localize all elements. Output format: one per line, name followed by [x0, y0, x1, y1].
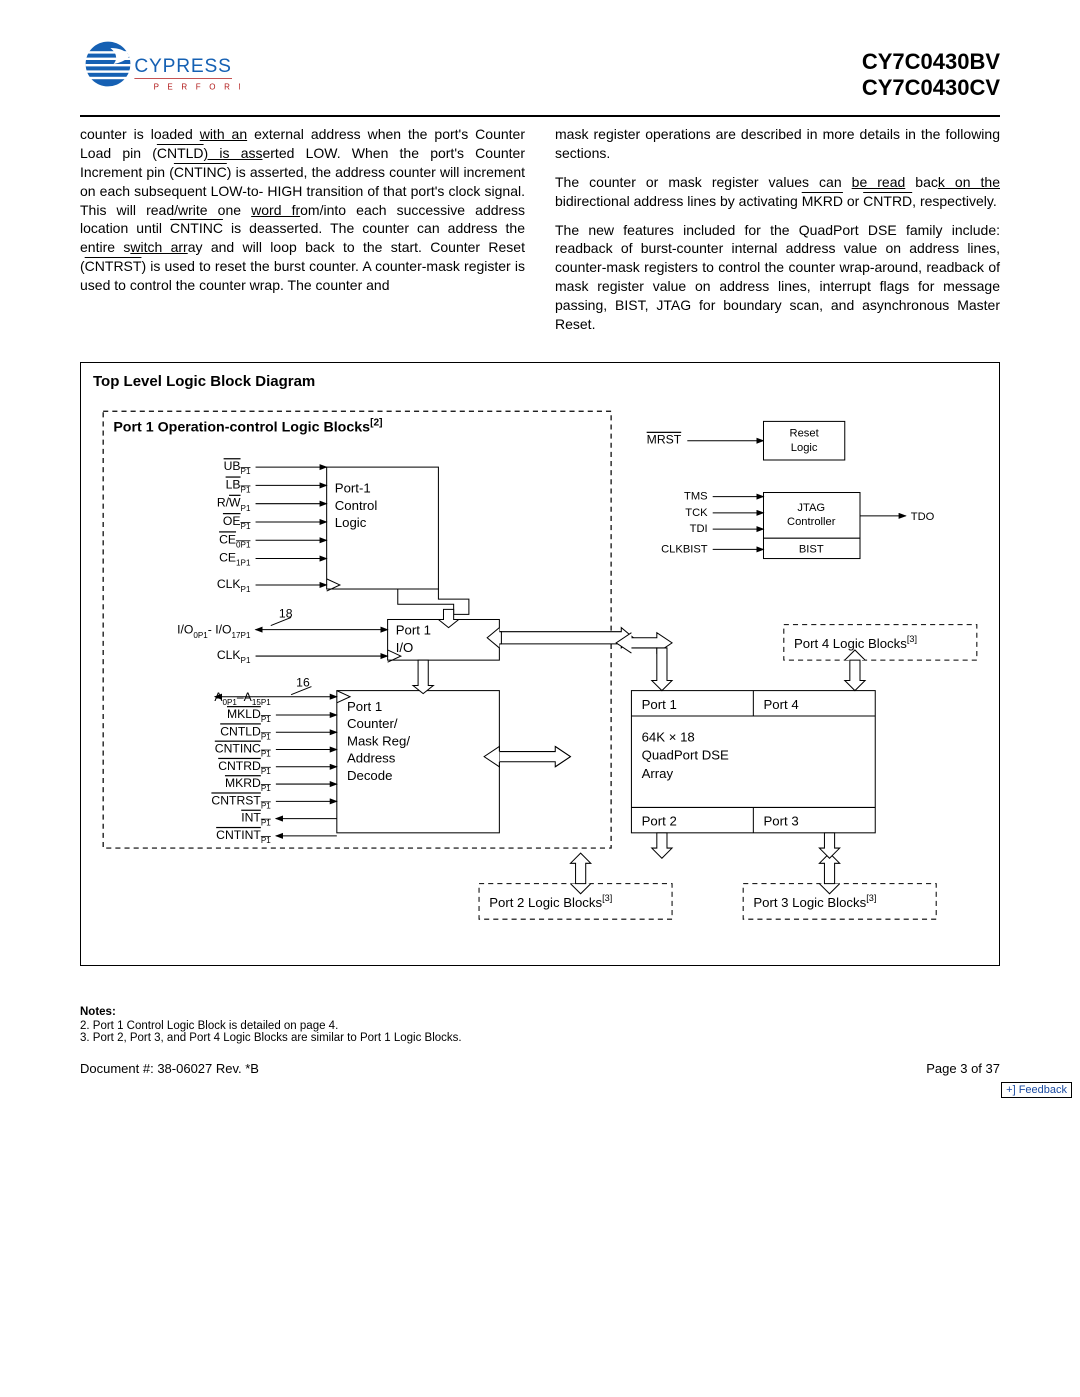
svg-text:CLKBIST: CLKBIST — [661, 543, 708, 555]
svg-text:LBP1: LBP1 — [226, 477, 251, 494]
svg-text:Port 1: Port 1 — [347, 699, 382, 714]
right-paragraph-2: The counter or mask register values can … — [555, 173, 1000, 211]
block-diagram-frame: Top Level Logic Block Diagram Port 1 Ope… — [80, 362, 1000, 967]
svg-text:CNTRSTP1: CNTRSTP1 — [211, 793, 271, 810]
header: CYPRESS P E R F O R M CY7C0430BV CY7C043… — [80, 40, 1000, 109]
svg-text:Decode: Decode — [347, 768, 392, 783]
note-3: 3. Port 2, Port 3, and Port 4 Logic Bloc… — [80, 1032, 1000, 1044]
svg-text:CLKP1: CLKP1 — [217, 648, 251, 665]
left-paragraph: counter is loaded with an external addre… — [80, 125, 525, 295]
svg-text:CNTLDP1: CNTLDP1 — [220, 724, 271, 741]
svg-text:CYPRESS: CYPRESS — [134, 56, 231, 77]
svg-text:Logic: Logic — [791, 442, 818, 454]
svg-text:CNTINCP1: CNTINCP1 — [215, 741, 271, 758]
svg-text:INTP1: INTP1 — [241, 811, 271, 828]
svg-text:Port 1 Operation-control Logic: Port 1 Operation-control Logic Blocks[2] — [113, 417, 382, 435]
svg-text:Counter/: Counter/ — [347, 716, 398, 731]
svg-text:Port 3: Port 3 — [763, 814, 798, 829]
svg-text:MRST: MRST — [647, 433, 682, 447]
note-2: 2. Port 1 Control Logic Block is detaile… — [80, 1020, 1000, 1032]
part-numbers: CY7C0430BV CY7C0430CV — [862, 49, 1000, 100]
svg-text:Address: Address — [347, 751, 396, 766]
svg-text:Port 1: Port 1 — [642, 697, 677, 712]
footer: Document #: 38-06027 Rev. *B Page 3 of 3… — [80, 1061, 1000, 1076]
svg-text:CNTRDP1: CNTRDP1 — [218, 759, 271, 776]
svg-text:UBP1: UBP1 — [224, 459, 251, 476]
right-column: mask register operations are described i… — [555, 125, 1000, 344]
svg-text:Port 4: Port 4 — [763, 697, 798, 712]
part-number-2: CY7C0430CV — [862, 75, 1000, 100]
svg-text:P E R F O R M: P E R F O R M — [154, 83, 240, 92]
block-diagram: Port 1 Operation-control Logic Blocks[2]… — [93, 396, 987, 950]
svg-text:Reset: Reset — [790, 428, 820, 440]
header-rule — [80, 115, 1000, 117]
svg-text:R/WP1: R/WP1 — [217, 496, 251, 513]
feedback-label: +] Feedback — [1006, 1084, 1067, 1096]
svg-text:Port 2 Logic Blocks[3]: Port 2 Logic Blocks[3] — [489, 893, 612, 910]
svg-text:QuadPort DSE: QuadPort DSE — [642, 748, 729, 763]
svg-text:Logic: Logic — [335, 515, 367, 530]
svg-text:JTAG: JTAG — [797, 502, 825, 514]
svg-text:Port 2: Port 2 — [642, 814, 677, 829]
body-text: counter is loaded with an external addre… — [80, 125, 1000, 344]
page-number: Page 3 of 37 — [926, 1061, 1000, 1076]
document-number: Document #: 38-06027 Rev. *B — [80, 1061, 259, 1076]
right-paragraph-3: The new features included for the QuadPo… — [555, 221, 1000, 334]
svg-text:64K × 18: 64K × 18 — [642, 729, 695, 744]
part-number-1: CY7C0430BV — [862, 49, 1000, 74]
svg-text:TMS: TMS — [684, 491, 708, 503]
notes-section: Notes: 2. Port 1 Control Logic Block is … — [80, 1006, 1000, 1044]
svg-text:CE0P1: CE0P1 — [219, 532, 251, 549]
left-column: counter is loaded with an external addre… — [80, 125, 525, 344]
svg-text:CNTINTP1: CNTINTP1 — [216, 828, 271, 845]
right-paragraph-1: mask register operations are described i… — [555, 125, 1000, 163]
svg-text:Array: Array — [642, 766, 674, 781]
svg-text:Controller: Controller — [787, 516, 836, 528]
svg-text:Port-1: Port-1 — [335, 480, 371, 495]
feedback-button[interactable]: +] Feedback — [1001, 1082, 1072, 1098]
svg-text:TDI: TDI — [690, 523, 708, 535]
svg-text:MKLDP1: MKLDP1 — [227, 707, 271, 724]
svg-text:Port 3 Logic Blocks[3]: Port 3 Logic Blocks[3] — [753, 893, 876, 910]
svg-text:CLKP1: CLKP1 — [217, 577, 251, 594]
svg-text:Mask Reg/: Mask Reg/ — [347, 733, 410, 748]
cypress-logo: CYPRESS P E R F O R M — [80, 40, 240, 109]
svg-text:A0P1–A15P1: A0P1–A15P1 — [214, 690, 271, 707]
notes-heading: Notes: — [80, 1006, 1000, 1018]
svg-text:18: 18 — [279, 606, 293, 620]
svg-text:Control: Control — [335, 498, 378, 513]
diagram-title: Top Level Logic Block Diagram — [93, 373, 987, 390]
svg-text:Port 1: Port 1 — [396, 623, 431, 638]
svg-text:OEP1: OEP1 — [223, 514, 251, 531]
svg-text:TCK: TCK — [685, 507, 708, 519]
svg-text:TDO: TDO — [911, 511, 935, 523]
svg-text:MKRDP1: MKRDP1 — [225, 776, 271, 793]
svg-text:BIST: BIST — [799, 543, 824, 555]
svg-text:I/O: I/O — [396, 640, 414, 655]
svg-text:I/O0P1- I/O17P1: I/O0P1- I/O17P1 — [177, 623, 251, 640]
svg-text:CE1P1: CE1P1 — [219, 550, 251, 567]
svg-text:Port 4 Logic Blocks[3]: Port 4 Logic Blocks[3] — [794, 634, 917, 651]
